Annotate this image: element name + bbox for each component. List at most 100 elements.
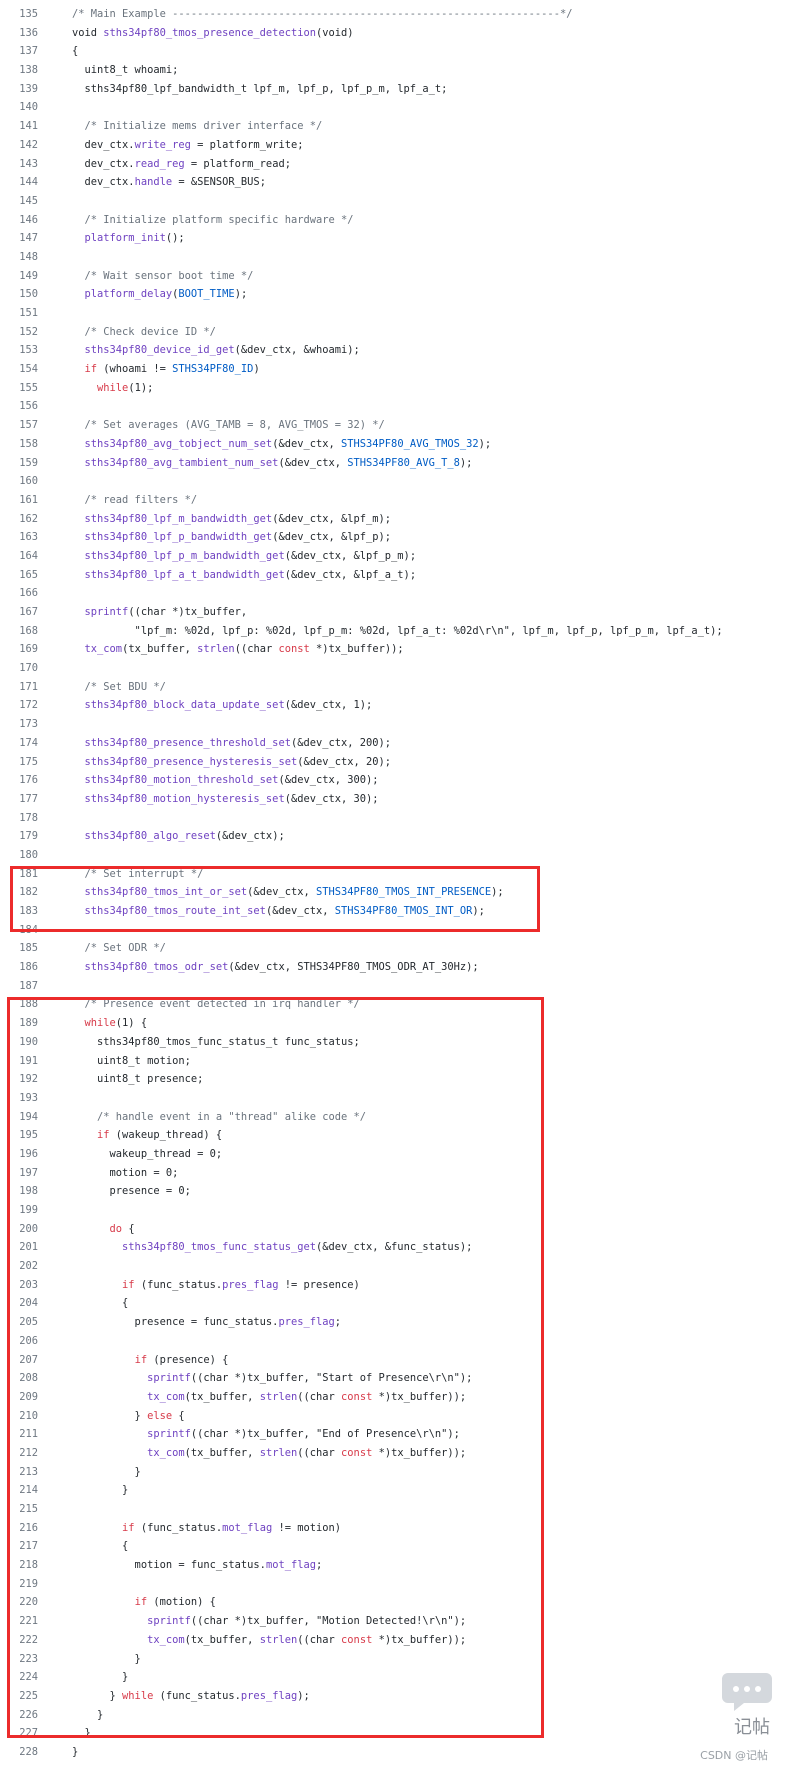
- code-token: /* Set interrupt */: [72, 867, 204, 880]
- code-token: STHS34PF80_TMOS_INT_OR: [334, 905, 473, 917]
- code-line: 164 sths34pf80_lpf_p_m_bandwidth_get(&de…: [0, 547, 790, 566]
- code-token: sths34pf80_motion_threshold_set: [84, 774, 279, 787]
- line-number: 165: [19, 568, 38, 581]
- line-number: 185: [19, 942, 38, 955]
- code-token: dev_ctx.: [72, 157, 135, 170]
- code-text: void sths34pf80_tmos_presence_detection(…: [72, 24, 354, 43]
- code-token: ): [253, 363, 260, 376]
- code-line: 166: [0, 584, 790, 603]
- code-token: /* Set averages (AVG_TAMB = 8, AVG_TMOS …: [72, 419, 385, 432]
- code-line: 143 dev_ctx.read_reg = platform_read;: [0, 155, 790, 174]
- code-text: sths34pf80_motion_threshold_set(&dev_ctx…: [72, 771, 379, 790]
- code-token: *)tx_buffer));: [372, 1633, 467, 1646]
- code-token: const: [278, 643, 310, 656]
- line-number: 219: [19, 1577, 38, 1590]
- code-text: while(1);: [72, 379, 153, 398]
- code-line: 194 /* handle event in a "thread" alike …: [0, 1108, 790, 1127]
- code-token: );: [234, 288, 248, 301]
- code-text: sths34pf80_presence_threshold_set(&dev_c…: [72, 734, 392, 753]
- line-number: 228: [19, 1745, 38, 1758]
- code-token: motion = 0;: [72, 1166, 179, 1179]
- code-line: 142 dev_ctx.write_reg = platform_write;: [0, 136, 790, 155]
- code-token: while: [84, 1017, 116, 1030]
- code-token: /* handle event in a "thread" alike code…: [72, 1110, 367, 1123]
- code-text: sprintf((char *)tx_buffer, "Start of Pre…: [72, 1369, 472, 1388]
- code-token: (tx_buffer,: [184, 1390, 260, 1403]
- code-line: 203 if (func_status.pres_flag != presenc…: [0, 1276, 790, 1295]
- line-number: 149: [19, 269, 38, 282]
- code-text: /* Set ODR */: [72, 939, 166, 958]
- code-token: != motion): [272, 1521, 342, 1534]
- line-number: 175: [19, 755, 38, 768]
- code-token: strlen: [259, 1390, 298, 1403]
- code-token: );: [472, 905, 485, 917]
- code-line: 159 sths34pf80_avg_tambient_num_set(&dev…: [0, 454, 790, 473]
- line-number: 211: [19, 1428, 38, 1441]
- line-number: 215: [19, 1503, 38, 1515]
- code-line: 188 /* Presence event detected in irq ha…: [0, 995, 790, 1014]
- code-text: /* Presence event detected in irq handle…: [72, 995, 360, 1014]
- code-line: 220 if (motion) {: [0, 1593, 790, 1612]
- code-token: ((char: [297, 1446, 342, 1459]
- code-token: );: [478, 437, 492, 450]
- code-token: ((char *)tx_buffer, "End of Presence\r\n…: [190, 1428, 460, 1441]
- line-number: 174: [19, 736, 38, 749]
- code-token: if: [134, 1353, 148, 1366]
- line-number: 170: [19, 662, 38, 675]
- line-number: 186: [19, 961, 38, 974]
- line-number: 152: [19, 325, 38, 338]
- line-number: 169: [19, 643, 38, 656]
- code-text: /* Main Example ------------------------…: [72, 5, 572, 24]
- code-line: 135 /* Main Example ---------------------…: [0, 5, 790, 24]
- code-text: sths34pf80_algo_reset(&dev_ctx);: [72, 827, 285, 846]
- code-token: );: [297, 1689, 310, 1702]
- code-token: != presence): [278, 1278, 360, 1291]
- line-number: 198: [19, 1185, 38, 1198]
- code-line: 196 wakeup_thread = 0;: [0, 1145, 790, 1164]
- code-token: /* Presence event detected in irq handle…: [72, 998, 360, 1011]
- line-number: 158: [19, 437, 38, 450]
- code-line: 161 /* read filters */: [0, 491, 790, 510]
- code-token: uint8_t whoami;: [72, 64, 179, 77]
- line-number: 143: [19, 157, 38, 170]
- code-line: 195 if (wakeup_thread) {: [0, 1126, 790, 1145]
- code-text: {: [72, 42, 78, 61]
- code-text: sths34pf80_avg_tambient_num_set(&dev_ctx…: [72, 454, 473, 473]
- line-number: 139: [19, 82, 38, 95]
- code-text: }: [72, 1668, 128, 1687]
- code-line: 172 sths34pf80_block_data_update_set(&de…: [0, 696, 790, 715]
- code-token: (&dev_ctx, &lpf_a_t);: [284, 568, 417, 581]
- code-line: 173: [0, 715, 790, 734]
- code-line: 206: [0, 1332, 790, 1351]
- code-token: = platform_write;: [190, 138, 304, 151]
- code-line: 221 sprintf((char *)tx_buffer, "Motion D…: [0, 1612, 790, 1631]
- code-text: sths34pf80_presence_hysteresis_set(&dev_…: [72, 753, 392, 772]
- code-text: motion = 0;: [72, 1164, 179, 1183]
- code-token: while: [122, 1689, 154, 1702]
- code-token: pres_flag: [240, 1689, 298, 1702]
- code-token: );: [491, 886, 504, 899]
- code-token: sprintf: [147, 1428, 191, 1441]
- code-token: ((char *)tx_buffer, "Motion Detected!\r\…: [190, 1615, 467, 1628]
- code-token: write_reg: [134, 138, 191, 151]
- code-token: ((char: [234, 643, 279, 656]
- code-text: }: [72, 1481, 128, 1500]
- code-token: presence = 0;: [72, 1185, 191, 1198]
- code-token: wakeup_thread = 0;: [72, 1147, 223, 1160]
- code-text: sths34pf80_tmos_odr_set(&dev_ctx, STHS34…: [72, 958, 479, 977]
- code-token: *)tx_buffer));: [372, 1446, 467, 1459]
- code-line: 158 sths34pf80_avg_tobject_num_set(&dev_…: [0, 435, 790, 454]
- code-token: }: [72, 1652, 141, 1665]
- line-number: 155: [19, 381, 38, 394]
- code-text: tx_com(tx_buffer, strlen((char const *)t…: [72, 1444, 466, 1463]
- code-text: tx_com(tx_buffer, strlen((char const *)t…: [72, 1631, 466, 1650]
- code-token: sprintf: [84, 606, 129, 618]
- code-text: } while (func_status.pres_flag);: [72, 1687, 310, 1706]
- line-number: 210: [19, 1409, 38, 1422]
